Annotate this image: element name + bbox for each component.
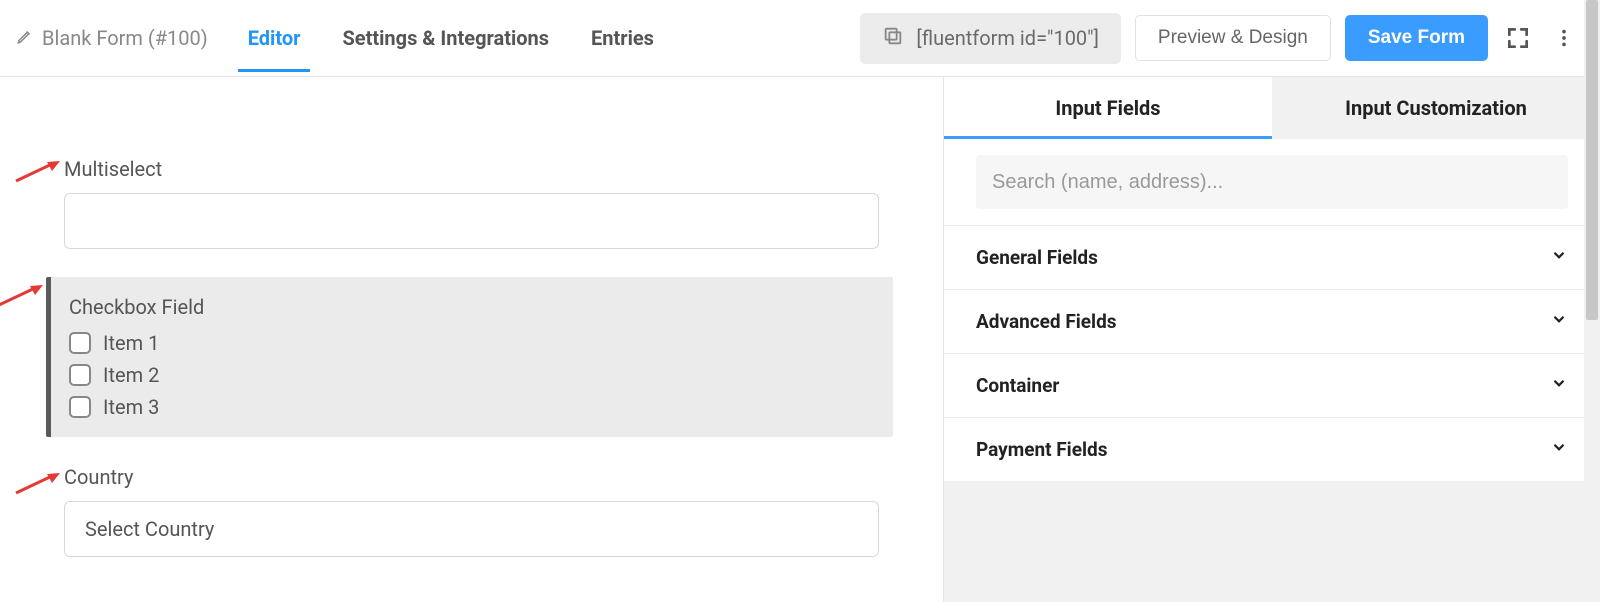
chevron-down-icon (1550, 246, 1568, 269)
chevron-down-icon (1550, 374, 1568, 397)
header-actions: [fluentform id="100"] Preview & Design S… (860, 13, 1580, 64)
checkbox-item[interactable]: Item 2 (69, 363, 879, 387)
sidebar-tab-customization[interactable]: Input Customization (1272, 77, 1600, 139)
shortcode-text: [fluentform id="100"] (916, 26, 1098, 50)
accordion-label: Advanced Fields (976, 310, 1117, 333)
field-country[interactable]: Country Select Country (64, 465, 879, 557)
checkbox-item[interactable]: Item 3 (69, 395, 879, 419)
form-canvas: Multiselect Checkbox Field Item 1 Item 2 (0, 77, 943, 602)
checkbox-item-label: Item 3 (103, 395, 159, 419)
main-area: Multiselect Checkbox Field Item 1 Item 2 (0, 77, 1600, 602)
tab-entries[interactable]: Entries (591, 0, 654, 76)
field-label: Country (64, 465, 879, 489)
field-label: Checkbox Field (69, 295, 879, 319)
more-icon[interactable] (1548, 22, 1580, 54)
accordion-advanced-fields[interactable]: Advanced Fields (944, 289, 1600, 353)
checkbox-item[interactable]: Item 1 (69, 331, 879, 355)
header-tabs: Editor Settings & Integrations Entries (248, 0, 654, 76)
sidebar: Input Fields Input Customization General… (943, 77, 1600, 602)
page-scrollbar[interactable] (1584, 0, 1600, 602)
checkbox-item-label: Item 1 (103, 331, 159, 355)
pencil-icon (16, 26, 34, 50)
accordion-label: Payment Fields (976, 438, 1107, 461)
country-select[interactable]: Select Country (64, 501, 879, 557)
scrollbar-thumb[interactable] (1586, 0, 1598, 320)
save-button[interactable]: Save Form (1345, 15, 1488, 61)
copy-icon (882, 25, 904, 52)
accordion-container[interactable]: Container (944, 353, 1600, 417)
field-label: Multiselect (64, 157, 879, 181)
fullscreen-icon[interactable] (1502, 22, 1534, 54)
form-title[interactable]: Blank Form (#100) (16, 26, 208, 50)
checkbox-icon[interactable] (69, 332, 91, 354)
chevron-down-icon (1550, 438, 1568, 461)
accordion-label: Container (976, 374, 1059, 397)
field-multiselect[interactable]: Multiselect (64, 157, 879, 249)
tab-editor[interactable]: Editor (248, 0, 301, 76)
multiselect-input[interactable] (64, 193, 879, 249)
accordion-general-fields[interactable]: General Fields (944, 225, 1600, 289)
tab-settings[interactable]: Settings & Integrations (342, 0, 549, 76)
checkbox-icon[interactable] (69, 396, 91, 418)
checkbox-item-label: Item 2 (103, 363, 159, 387)
checkbox-list: Item 1 Item 2 Item 3 (69, 331, 879, 419)
field-checkbox[interactable]: Checkbox Field Item 1 Item 2 Item 3 (46, 277, 893, 437)
preview-button[interactable]: Preview & Design (1135, 15, 1331, 61)
app-header: Blank Form (#100) Editor Settings & Inte… (0, 0, 1600, 77)
accordion-label: General Fields (976, 246, 1098, 269)
chevron-down-icon (1550, 310, 1568, 333)
checkbox-icon[interactable] (69, 364, 91, 386)
sidebar-tabs: Input Fields Input Customization (944, 77, 1600, 139)
accordion-payment-fields[interactable]: Payment Fields (944, 417, 1600, 481)
shortcode-display[interactable]: [fluentform id="100"] (860, 13, 1120, 64)
field-accordion: General Fields Advanced Fields Container… (944, 225, 1600, 481)
search-input[interactable] (976, 155, 1568, 209)
form-title-text: Blank Form (#100) (42, 26, 208, 50)
sidebar-search-wrap (944, 139, 1600, 225)
sidebar-tab-fields[interactable]: Input Fields (944, 77, 1272, 139)
